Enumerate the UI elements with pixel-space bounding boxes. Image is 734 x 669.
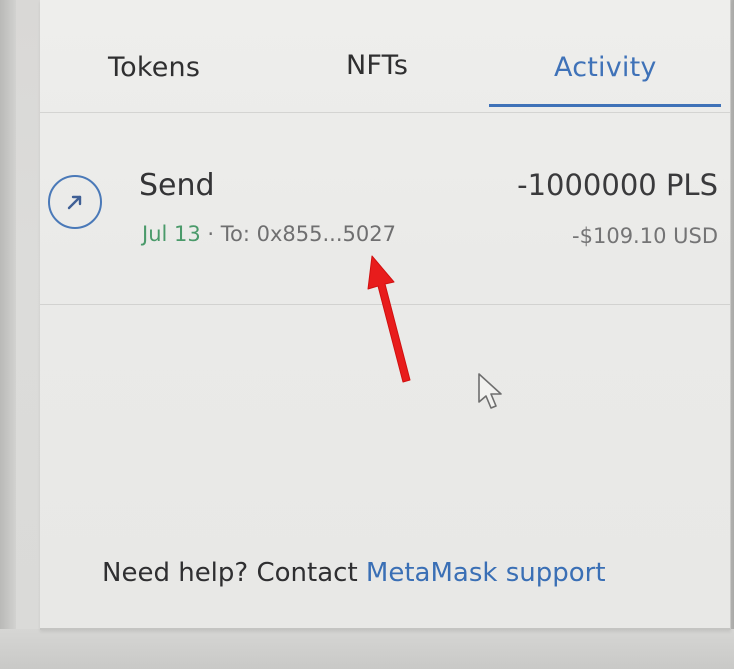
- tab-activity[interactable]: Activity: [554, 52, 657, 83]
- mouse-pointer-icon: [477, 372, 505, 416]
- tab-nfts[interactable]: NFTs: [346, 50, 408, 81]
- help-text: Need help? Contact MetaMask support: [102, 558, 606, 588]
- red-arrow-icon: [360, 252, 420, 391]
- tab-tokens[interactable]: Tokens: [108, 52, 200, 83]
- arrow-up-right-icon: [48, 175, 102, 229]
- transaction-amount: -1000000 PLS: [517, 168, 718, 202]
- help-prefix: Need help? Contact: [102, 558, 366, 588]
- transaction-type: Send: [139, 168, 215, 203]
- active-tab-indicator: [489, 104, 721, 107]
- meta-separator: ·: [200, 222, 221, 246]
- tab-bar: Tokens NFTs Activity: [40, 0, 730, 113]
- transaction-recipient: To: 0x855...5027: [220, 222, 396, 246]
- metamask-support-link[interactable]: MetaMask support: [366, 558, 606, 588]
- transaction-fiat-amount: -$109.10 USD: [572, 224, 718, 248]
- photo-background-bottom: [0, 629, 734, 669]
- transaction-meta: Jul 13 · To: 0x855...5027: [142, 222, 396, 246]
- transaction-date: Jul 13: [142, 222, 201, 246]
- photo-background-left: [0, 0, 16, 669]
